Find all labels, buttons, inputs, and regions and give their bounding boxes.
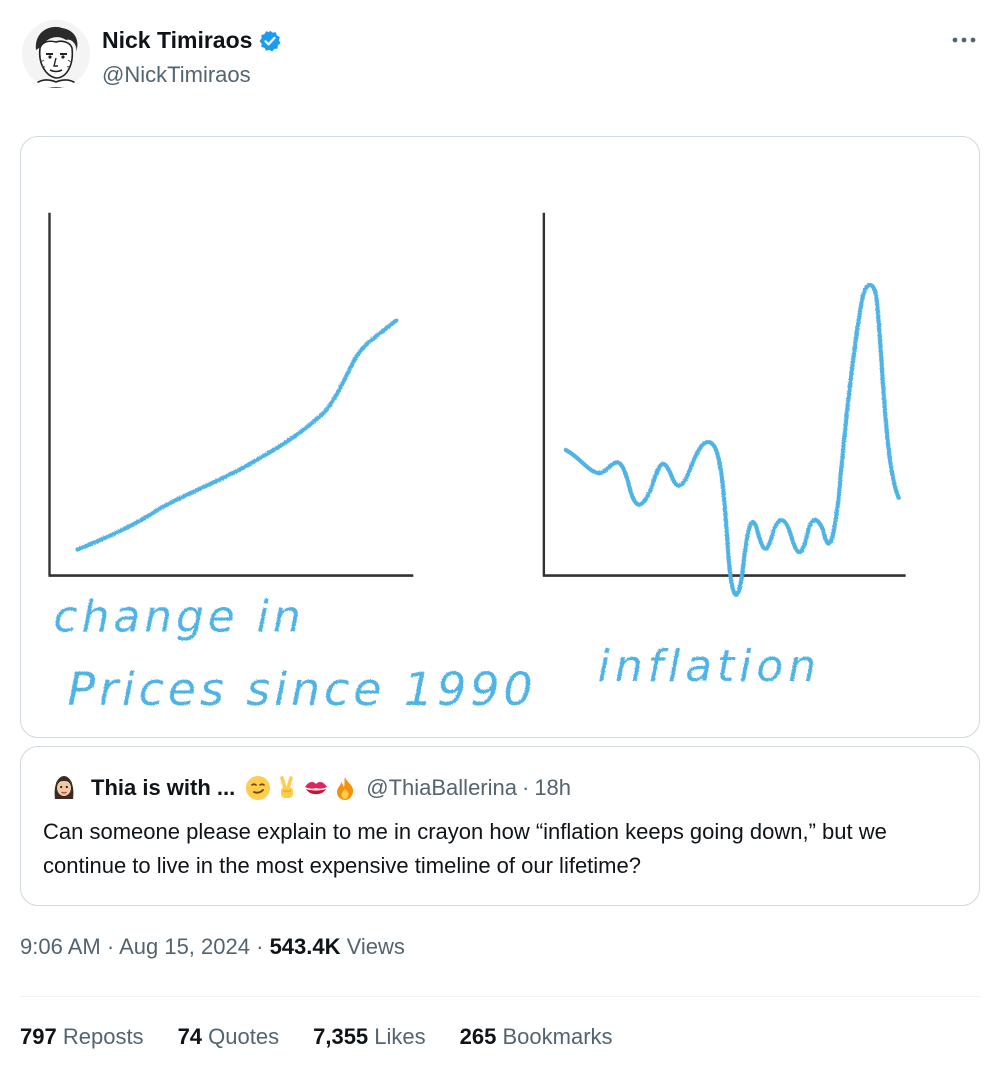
verified-badge-icon [259, 30, 281, 51]
left-chart-axes [48, 212, 414, 577]
bookmarks-count: 265 [459, 1024, 497, 1049]
quotes-stat[interactable]: 74 Quotes [178, 1024, 280, 1050]
views-label: Views [346, 934, 405, 959]
author-handle[interactable]: @NickTimiraos [102, 62, 251, 88]
tweet-media-image[interactable]: change in Prices since 1990 inflation [20, 136, 980, 738]
author-name-text: Nick Timiraos [102, 27, 253, 53]
left-caption-line2: Prices since 1990 [67, 662, 536, 716]
left-chart-price-line [75, 318, 399, 552]
kiss-mark-icon [305, 782, 328, 795]
reposts-label: Reposts [62, 1024, 144, 1049]
reposts-count: 797 [20, 1024, 57, 1049]
bookmarks-label: Bookmarks [502, 1024, 613, 1049]
crayon-drawing: change in Prices since 1990 inflation [48, 212, 906, 716]
meta-separator-1: · [106, 934, 115, 959]
bookmarks-stat[interactable]: 265 Bookmarks [460, 1024, 613, 1050]
author-avatar[interactable] [22, 20, 90, 88]
stats-divider [20, 996, 980, 997]
tweet-header: Nick Timiraos @NickTimiraos [22, 20, 982, 100]
victory-hand-icon [280, 776, 294, 798]
tweet-date[interactable]: Aug 15, 2024 [119, 934, 250, 959]
quotes-count: 74 [177, 1024, 203, 1049]
right-chart-inflation-line [563, 282, 901, 597]
views-count: 543.4K [269, 934, 341, 959]
quoted-author-name[interactable]: Thia is with ... [91, 775, 235, 801]
likes-label: Likes [374, 1024, 426, 1049]
engagement-stats: 797 Reposts 74 Quotes 7,355 Likes 265 Bo… [20, 1024, 613, 1050]
right-caption: inflation [598, 641, 821, 692]
quoted-author-handle[interactable]: @ThiaBallerina [366, 775, 517, 801]
quotes-label: Quotes [208, 1024, 280, 1049]
likes-stat[interactable]: 7,355 Likes [313, 1024, 426, 1050]
quoted-tweet-time[interactable]: 18h [534, 775, 571, 801]
more-options-icon[interactable] [950, 32, 978, 48]
fire-icon [337, 777, 354, 800]
quoted-meta-separator: · [521, 775, 530, 800]
tweet-time[interactable]: 9:06 AM [20, 934, 101, 959]
likes-count: 7,355 [313, 1024, 369, 1049]
meta-separator-2: · [256, 934, 264, 959]
author-name[interactable]: Nick Timiraos [102, 27, 282, 54]
quoted-author-avatar[interactable] [49, 773, 79, 803]
quoted-tweet[interactable]: Thia is with ... @ThiaBallerina · 18h Ca… [20, 746, 980, 906]
left-caption-line1: change in [53, 591, 304, 642]
tweet-meta: 9:06 AM · Aug 15, 2024 · 543.4K Views [20, 934, 405, 960]
quoted-tweet-text: Can someone please explain to me in cray… [43, 819, 887, 878]
smirking-face-icon [246, 776, 271, 800]
reposts-stat[interactable]: 797 Reposts [20, 1024, 144, 1050]
quoted-tweet-header: Thia is with ... @ThiaBallerina · 18h [49, 773, 571, 803]
